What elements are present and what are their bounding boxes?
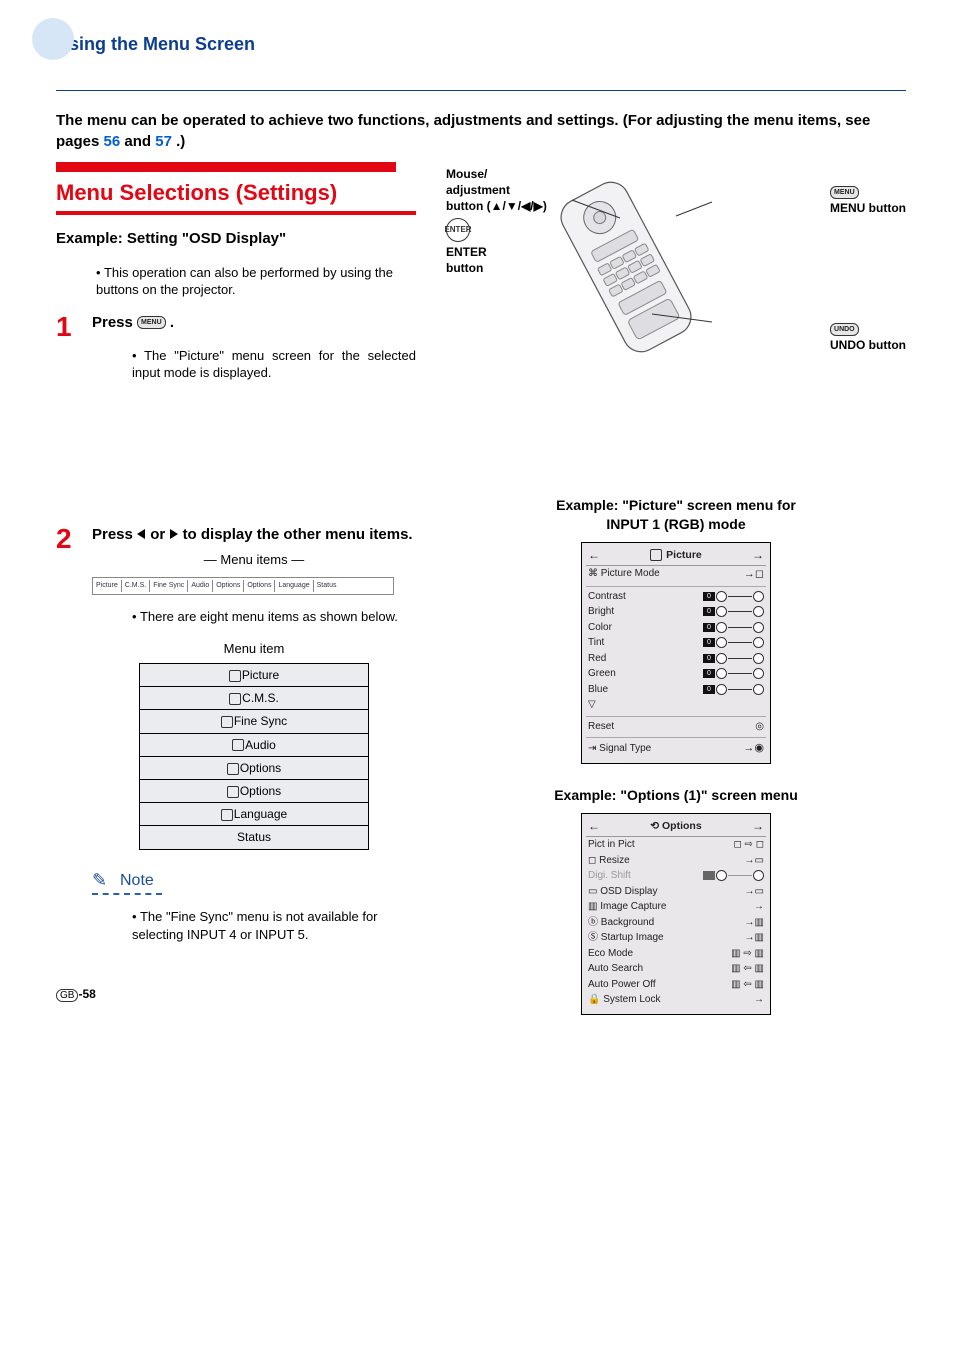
item-cms: C.M.S. <box>140 687 369 710</box>
osd-display-row: ▭ OSD Display→▭ <box>586 884 766 900</box>
menu-button-label: MENU MENU button <box>830 184 906 216</box>
reset-row: Reset◎ <box>586 716 766 735</box>
example1-caption: Example: "Picture" screen menu for INPUT… <box>446 496 906 534</box>
red-row: Red0 <box>586 651 766 667</box>
scroll-down-icon: ▽ <box>586 697 766 713</box>
section-title: Using the Menu Screen <box>56 32 906 56</box>
image-capture-row: ▥ Image Capture→ <box>586 899 766 915</box>
picture-menu-panel: ← Picture → ⌘ Picture Mode →◻ Contrast0 … <box>581 542 771 764</box>
item-options1: Options <box>140 756 369 779</box>
resize-row: ◻ Resize→▭ <box>586 853 766 869</box>
item-language: Language <box>140 803 369 826</box>
picture-title: Picture <box>666 549 702 561</box>
step1-text-a: Press <box>92 314 137 331</box>
step2-text-c: to display the other menu items. <box>183 526 413 543</box>
pict-in-pict-row: Pict in Pict◻ ⇨ ◻ <box>586 837 766 853</box>
remote-diagram: Mouse/ adjustment button (▲/▼/◀/▶) ENTER… <box>446 166 906 356</box>
strip-audio: Audio <box>188 580 213 591</box>
nav-left-icon-2: ← <box>588 818 600 834</box>
nav-right-icon-2: → <box>752 818 764 834</box>
green-row: Green0 <box>586 666 766 682</box>
item-picture: Picture <box>140 664 369 687</box>
options-menu-panel: ← ⟲ Options → Pict in Pict◻ ⇨ ◻ ◻ Resize… <box>581 813 771 1015</box>
item-status: Status <box>140 826 369 849</box>
menu-icon: MENU <box>830 186 859 199</box>
page-number: GB-58 <box>56 986 416 1003</box>
menu-items-label: — Menu items — <box>92 551 416 569</box>
eco-mode-row: Eco Mode▥ ⇨ ▥ <box>586 946 766 962</box>
example-heading: Example: Setting "OSD Display" <box>56 229 416 249</box>
page-ref-57[interactable]: 57 <box>155 133 172 150</box>
bright-row: Bright0 <box>586 604 766 620</box>
step-number-1: 1 <box>56 313 80 395</box>
step2-text-a: Press <box>92 526 137 543</box>
signal-type-row: ⇥ Signal Type→◉ <box>586 737 766 757</box>
note-body: The "Fine Sync" menu is not available fo… <box>132 908 416 943</box>
system-lock-row: 🔒 System Lock→ <box>586 992 766 1008</box>
strip-finesync: Fine Sync <box>150 580 188 591</box>
strip-options2: Options <box>244 580 275 591</box>
nav-right-icon: → <box>752 547 764 563</box>
right-arrow-icon <box>170 529 178 539</box>
startup-image-row: Ⓢ Startup Image→▥ <box>586 930 766 946</box>
color-row: Color0 <box>586 620 766 636</box>
section-title-bar: Using the Menu Screen <box>56 24 906 91</box>
menu-items-strip: Picture C.M.S. Fine Sync Audio Options O… <box>92 577 394 595</box>
menu-item-table: Picture C.M.S. Fine Sync Audio Options O… <box>139 663 369 850</box>
intro-part-mid: and <box>124 133 155 150</box>
blue-row: Blue0 <box>586 682 766 698</box>
left-arrow-icon <box>137 529 145 539</box>
auto-power-off-row: Auto Power Off▥ ⇦ ▥ <box>586 977 766 993</box>
undo-button-label: UNDO UNDO button <box>830 321 906 353</box>
background-row: ⓑ Background→▥ <box>586 915 766 931</box>
red-divider <box>56 162 396 172</box>
picture-icon <box>650 549 662 561</box>
nav-left-icon: ← <box>588 547 600 563</box>
remote-control-graphic <box>526 172 726 362</box>
region-code: GB <box>56 989 78 1002</box>
red-heading: Menu Selections (Settings) <box>56 178 416 216</box>
intro-text: The menu can be operated to achieve two … <box>56 111 906 152</box>
step-number-2: 2 <box>56 525 80 956</box>
item-finesync: Fine Sync <box>140 710 369 733</box>
step1-text-b: . <box>170 314 174 331</box>
item-options2: Options <box>140 780 369 803</box>
example-note: This operation can also be performed by … <box>96 264 416 299</box>
strip-cms: C.M.S. <box>122 580 150 591</box>
strip-language: Language <box>275 580 313 591</box>
contrast-row: Contrast0 <box>586 586 766 605</box>
enter-button-label: ENTER button <box>446 244 487 276</box>
note-label: Note <box>92 870 162 896</box>
undo-icon: UNDO <box>830 323 859 336</box>
enter-icon: ENTER <box>446 218 470 242</box>
strip-picture: Picture <box>93 580 122 591</box>
picture-mode-row: ⌘ Picture Mode →◻ <box>586 566 766 583</box>
strip-status: Status <box>314 580 340 591</box>
strip-options1: Options <box>213 580 244 591</box>
auto-search-row: Auto Search▥ ⇦ ▥ <box>586 961 766 977</box>
menu-item-header: Menu item <box>92 640 416 658</box>
tint-row: Tint0 <box>586 635 766 651</box>
example2-caption: Example: "Options (1)" screen menu <box>446 786 906 805</box>
page-ref-56[interactable]: 56 <box>104 133 121 150</box>
step1-body: The "Picture" menu screen for the select… <box>132 347 416 382</box>
options-title: Options <box>662 820 702 832</box>
menu-button-icon: MENU <box>137 316 166 329</box>
step2-text-b: or <box>150 526 169 543</box>
item-audio: Audio <box>140 733 369 756</box>
digi-shift-row: Digi. Shift <box>586 868 766 884</box>
intro-part-b: .) <box>176 133 185 150</box>
step2-body: There are eight menu items as shown belo… <box>132 608 416 626</box>
